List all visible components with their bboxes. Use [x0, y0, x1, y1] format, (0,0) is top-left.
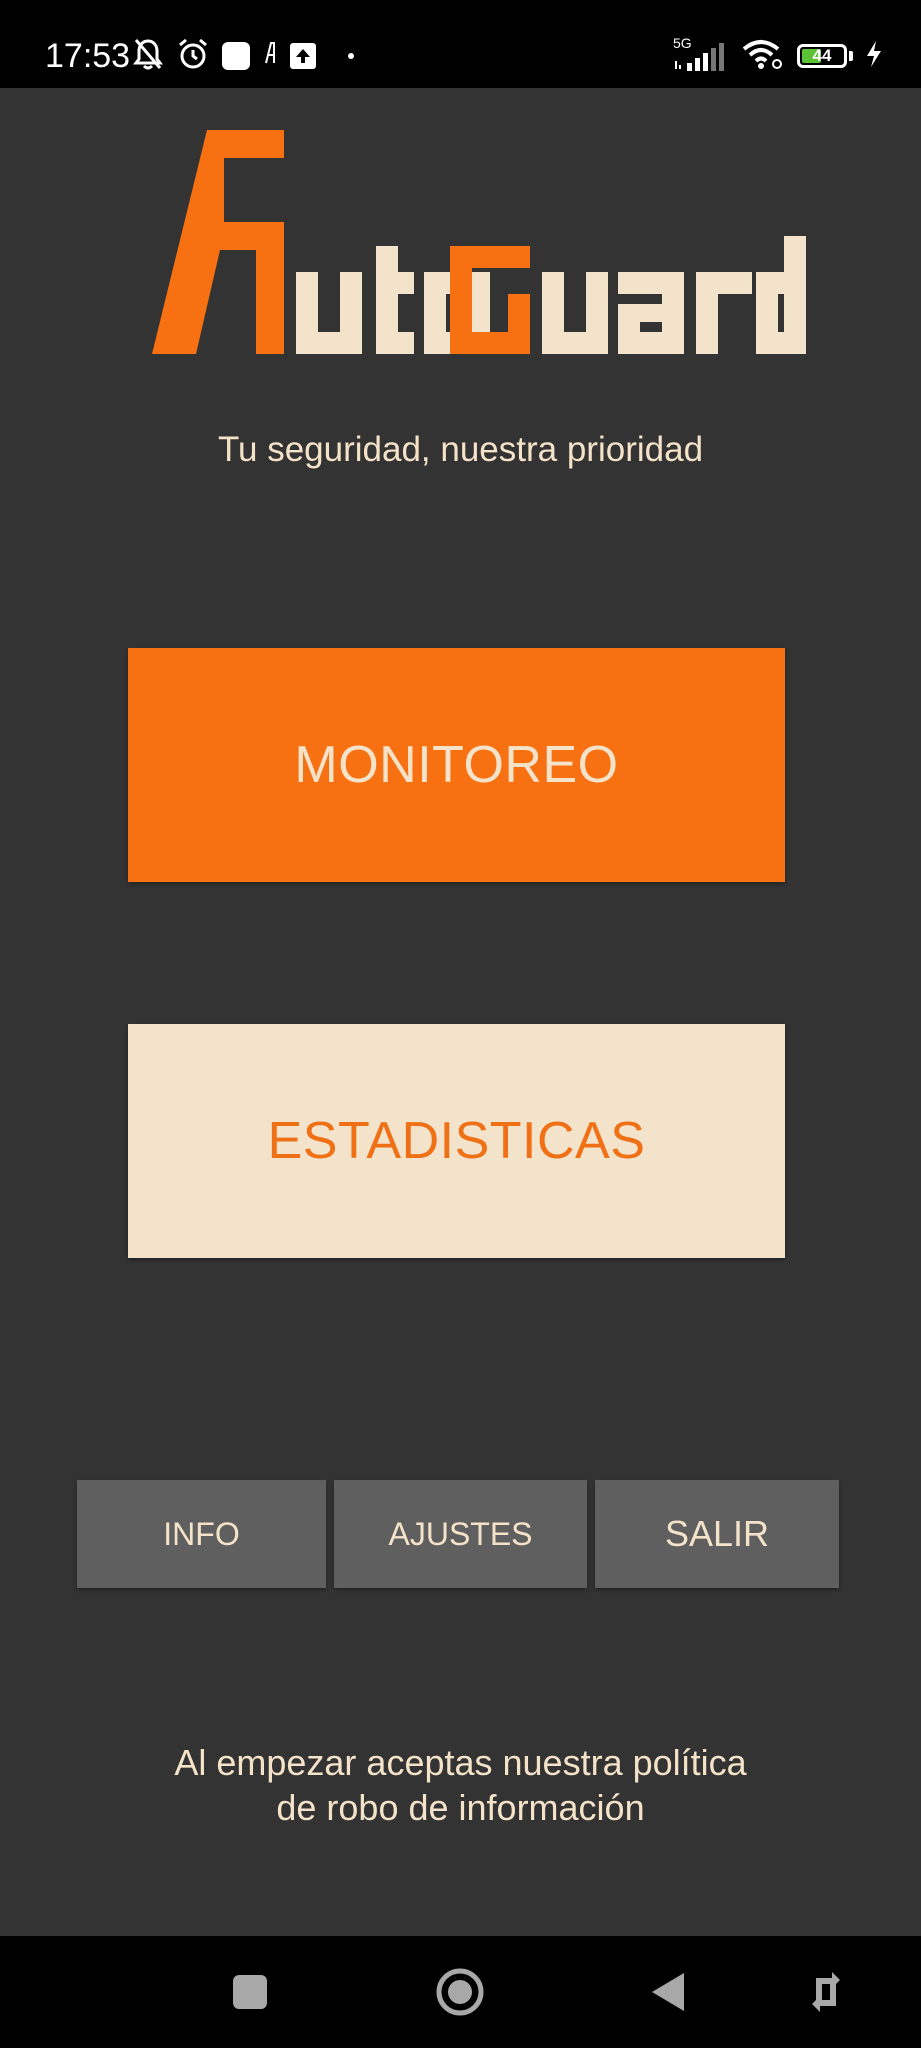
recents-icon[interactable]: [220, 1962, 280, 2022]
policy-notice: Al empezar aceptas nuestra política de r…: [0, 1740, 921, 1830]
upload-icon: [290, 43, 316, 69]
wifi-icon: [741, 38, 785, 75]
status-bar: 17:53 5G 44: [0, 0, 921, 88]
status-icons-left: [132, 38, 354, 74]
info-button[interactable]: INFO: [77, 1480, 326, 1588]
tagline: Tu seguridad, nuestra prioridad: [217, 430, 704, 469]
home-icon[interactable]: [430, 1962, 490, 2022]
font-glyph-icon: [262, 39, 278, 74]
bell-off-icon: [132, 37, 164, 76]
logo-wordmark: [152, 130, 806, 354]
alarm-icon: [176, 37, 210, 76]
salir-button[interactable]: SALIR: [595, 1480, 839, 1588]
back-icon[interactable]: [638, 1962, 698, 2022]
battery-level: 44: [812, 46, 832, 65]
battery-cap: [849, 51, 853, 61]
estadisticas-button[interactable]: ESTADISTICAS: [128, 1024, 785, 1258]
ajustes-button[interactable]: AJUSTES: [334, 1480, 587, 1588]
policy-line-1: Al empezar aceptas nuestra política: [174, 1742, 747, 1783]
policy-line-2: de robo de información: [276, 1787, 645, 1828]
signal-icon: 5G: [673, 35, 729, 73]
status-icons-right: 5G 44: [673, 35, 883, 76]
dot-icon: [348, 53, 354, 59]
status-time: 17:53: [45, 37, 131, 75]
charging-icon: [865, 40, 883, 73]
app-square-icon: [222, 42, 250, 70]
rotate-icon[interactable]: [796, 1962, 856, 2022]
navigation-bar: [0, 1936, 921, 2048]
battery-icon: 44: [797, 44, 847, 68]
monitoreo-button[interactable]: MONITOREO: [128, 648, 785, 882]
